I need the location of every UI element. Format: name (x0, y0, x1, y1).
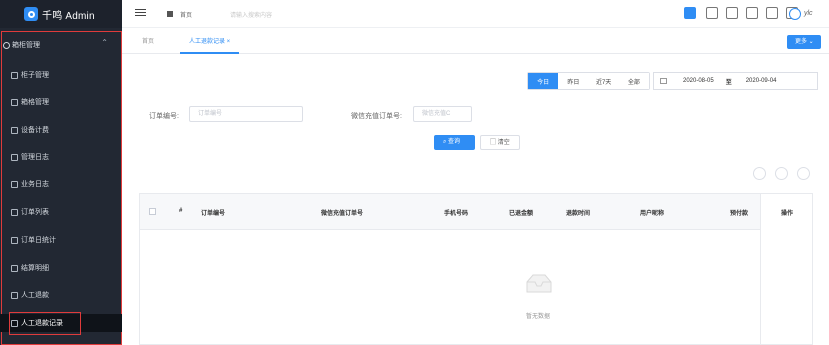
calendar-icon (660, 78, 667, 84)
sidebar-item-business-log[interactable]: 业务日志 (0, 175, 122, 193)
sidebar-item-daily-order-stats[interactable]: 订单日统计 (0, 231, 122, 249)
more-button[interactable]: 更多 ⌄ (787, 35, 821, 49)
sidebar-group-label: 箱柜管理 (12, 42, 40, 49)
sidebar-item-label: 人工退款 (21, 292, 49, 299)
bell-icon[interactable] (766, 7, 778, 19)
date-range-picker[interactable]: 2020-08-05 至 2020-09-04 (653, 72, 818, 90)
column-header-order-number: 订单编号 (201, 211, 226, 217)
column-header-refund-time: 退款时间 (566, 211, 591, 217)
grid-icon (11, 98, 18, 106)
tab-bar: 首页 人工退款记录 × 更多 ⌄ (122, 29, 829, 54)
chart-icon (11, 236, 18, 244)
sidebar-item-label: 业务日志 (21, 181, 49, 188)
column-header-refunded-amount: 已退金额 (509, 211, 534, 217)
sidebar-item-label: 订单列表 (21, 209, 49, 216)
monitor-icon (11, 71, 18, 79)
empty-box-icon (526, 274, 552, 293)
list-icon (11, 264, 18, 272)
shirt-icon[interactable] (746, 7, 758, 19)
sidebar-item-box-management[interactable]: 箱格管理 (0, 93, 122, 111)
clear-button-label: 清空 (497, 140, 510, 146)
username[interactable]: ylc (804, 10, 813, 17)
sidebar-item-order-list[interactable]: 订单列表 (0, 203, 122, 221)
refresh-icon[interactable] (753, 167, 766, 180)
document-icon (11, 126, 18, 134)
all-button[interactable]: 全部 (618, 73, 649, 89)
lock-icon[interactable] (726, 7, 738, 19)
document-icon (11, 153, 18, 161)
column-header-phone: 手机号码 (444, 211, 469, 217)
refund-records-table: # 订单编号 微信充值订单号 手机号码 已退金额 退款时间 用户昵称 预付款 操… (139, 193, 813, 345)
avatar[interactable] (789, 8, 801, 20)
sidebar-group-box-management[interactable]: 箱柜管理 ⌃ (0, 37, 122, 53)
empty-state-text: 暂无数据 (526, 314, 551, 320)
breadcrumb[interactable]: 首页 (180, 10, 192, 19)
yesterday-button[interactable]: 昨日 (558, 73, 589, 89)
column-header-actions: 操作 (781, 211, 794, 217)
sidebar-item-label: 箱格管理 (21, 99, 49, 106)
image-icon[interactable] (706, 7, 718, 19)
table-header: # 订单编号 微信充值订单号 手机号码 已退金额 退款时间 用户昵称 预付款 (140, 194, 812, 230)
search-toggle-icon[interactable] (797, 167, 810, 180)
image-icon (11, 291, 18, 299)
search-icon: ⌕ (443, 139, 447, 145)
search-input[interactable]: 请输入搜索内容 (230, 10, 272, 19)
list-icon (11, 208, 18, 216)
logo-icon (24, 7, 38, 21)
sidebar: 千鸣 Admin 箱柜管理 ⌃ 柜子管理 箱格管理 设备计费 管理日志 业务日志… (0, 0, 122, 345)
tab-manual-refund-records[interactable]: 人工退款记录 × (180, 29, 240, 54)
active-item-highlight-box (9, 312, 81, 335)
wechat-order-label: 微信充值订单号: (351, 113, 402, 120)
chevron-up-icon: ⌃ (101, 38, 108, 47)
document-icon (11, 180, 18, 188)
date-range-separator: 至 (725, 79, 732, 86)
order-number-label: 订单编号: (149, 113, 179, 120)
column-header-wechat-order-number: 微信充值订单号 (321, 211, 364, 217)
clear-button[interactable]: ▢ 清空 (480, 135, 520, 150)
date-end: 2020-09-04 (745, 78, 777, 84)
theme-icon[interactable] (684, 7, 696, 19)
sidebar-item-label: 管理日志 (21, 154, 49, 161)
sidebar-item-admin-log[interactable]: 管理日志 (0, 148, 122, 166)
sidebar-item-label: 柜子管理 (21, 72, 49, 79)
columns-icon[interactable] (775, 167, 788, 180)
query-button-label: 查询 (448, 139, 461, 145)
app-title: 千鸣 Admin (42, 10, 95, 22)
column-header-user-nickname: 用户昵称 (640, 211, 665, 217)
today-button[interactable]: 今日 (528, 73, 559, 89)
gear-icon (3, 41, 10, 49)
sidebar-item-cabinet-management[interactable]: 柜子管理 (0, 66, 122, 84)
sidebar-item-label: 订单日统计 (21, 237, 56, 244)
trash-icon: ▢ (490, 140, 497, 146)
sidebar-item-manual-refund[interactable]: 人工退款 (0, 286, 122, 304)
query-button[interactable]: ⌕ 查询 (434, 135, 475, 150)
column-header-index: # (179, 208, 183, 214)
sidebar-item-label: 结算明细 (21, 265, 49, 272)
top-header: 首页 请输入搜索内容 ylc (122, 0, 829, 28)
date-start: 2020-08-05 (683, 78, 714, 84)
fixed-actions-column: 操作 (760, 194, 812, 344)
order-number-input[interactable]: 订单编号 (189, 106, 303, 122)
select-all-checkbox[interactable] (149, 208, 156, 215)
date-shortcut-group: 今日 昨日 近7天 全部 (527, 72, 650, 90)
menu-toggle-icon[interactable] (135, 9, 146, 17)
home-icon (167, 11, 173, 17)
main-content: 今日 昨日 近7天 全部 2020-08-05 至 2020-09-04 订单编… (122, 55, 829, 345)
last7days-button[interactable]: 近7天 (588, 73, 619, 89)
sidebar-item-settlement-details[interactable]: 结算明细 (0, 259, 122, 277)
wechat-order-input[interactable]: 微信充值C (413, 106, 472, 122)
brand-header: 千鸣 Admin (0, 0, 122, 28)
sidebar-item-device-billing[interactable]: 设备计费 (0, 121, 122, 139)
tab-home[interactable]: 首页 (142, 29, 154, 54)
sidebar-item-label: 设备计费 (21, 127, 49, 134)
column-header-prepayment: 预付款 (730, 211, 749, 217)
